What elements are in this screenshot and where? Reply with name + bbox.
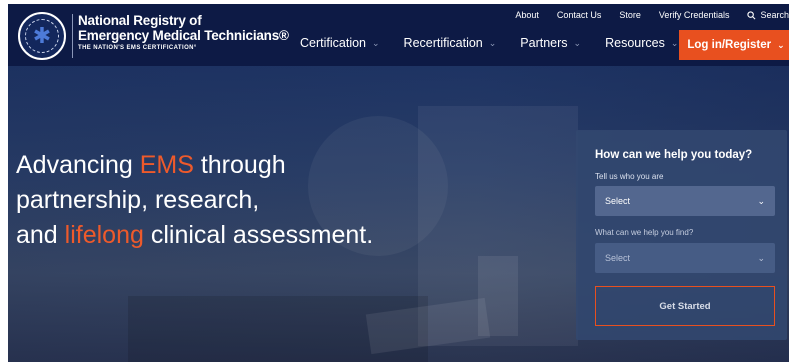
nav-label: Certification <box>300 36 366 50</box>
who-select-value: Select <box>605 196 631 206</box>
find-select[interactable]: Select ⌄ <box>595 243 775 273</box>
help-title: How can we help you today? <box>595 149 753 161</box>
help-card: How can we help you today? Tell us who y… <box>576 130 787 340</box>
top-link-store[interactable]: Store <box>619 10 641 20</box>
logo-tagline: THE NATION'S EMS CERTIFICATION° <box>78 45 197 51</box>
hero-headline: Advancing EMS through partnership, resea… <box>16 148 373 253</box>
login-label: Log in/Register <box>687 39 772 51</box>
headline-text: clinical assessment. <box>143 221 374 249</box>
headline-line-3: and lifelong clinical assessment. <box>16 218 373 253</box>
chevron-down-icon: ⌄ <box>757 252 765 263</box>
chevron-down-icon: ⌄ <box>372 37 380 48</box>
nav-label: Partners <box>520 36 568 50</box>
who-label: Tell us who you are <box>595 172 664 181</box>
chevron-down-icon: ⌄ <box>488 37 497 48</box>
site-header: ✱ National Registry of Emergency Medical… <box>8 4 789 66</box>
chevron-down-icon: ⌄ <box>757 195 765 206</box>
nav-label: Recertification <box>403 36 483 50</box>
headline-line-1: Advancing EMS through <box>16 148 373 183</box>
logo-wordmark[interactable]: National Registry of Emergency Medical T… <box>78 14 289 51</box>
get-started-label: Get Started <box>659 300 711 312</box>
headline-accent: EMS <box>139 151 194 179</box>
nav-partners[interactable]: Partners ⌄ <box>520 36 581 50</box>
logo-line1: National Registry of <box>78 13 202 28</box>
logo-divider <box>72 14 73 58</box>
headline-text: and <box>16 221 65 249</box>
utility-nav: About Contact Us Store Verify Credential… <box>515 10 789 20</box>
headline-line-2: partnership, research, <box>16 186 260 214</box>
who-select[interactable]: Select ⌄ <box>595 186 775 216</box>
headline-accent: lifelong <box>64 221 144 249</box>
top-link-contact[interactable]: Contact Us <box>557 10 602 20</box>
search-icon <box>747 10 756 19</box>
chevron-down-icon: ⌄ <box>573 37 582 48</box>
search-label: Search <box>760 10 789 20</box>
search-link[interactable]: Search <box>747 10 789 20</box>
nav-resources[interactable]: Resources ⌄ <box>605 36 678 50</box>
chevron-down-icon: ⌄ <box>777 39 785 50</box>
logo-seal[interactable]: ✱ <box>18 12 66 60</box>
nav-recertification[interactable]: Recertification ⌄ <box>404 36 497 50</box>
login-register-button[interactable]: Log in/Register ⌄ <box>679 30 789 60</box>
star-of-life-icon: ✱ <box>32 23 52 48</box>
find-label: What can we help you find? <box>595 228 694 237</box>
main-nav: Certification ⌄ Recertification ⌄ Partne… <box>300 36 702 50</box>
nav-certification[interactable]: Certification ⌄ <box>300 36 380 50</box>
headline-text: through <box>193 151 286 179</box>
top-link-verify[interactable]: Verify Credentials <box>659 10 730 20</box>
logo-line2: Emergency Medical Technicians® <box>78 27 289 43</box>
nav-label: Resources <box>605 36 665 50</box>
chevron-down-icon: ⌄ <box>670 37 679 48</box>
headline-text: Advancing <box>16 151 140 179</box>
hero-banner: Advancing EMS through partnership, resea… <box>8 66 789 362</box>
top-link-about[interactable]: About <box>515 10 539 20</box>
get-started-button[interactable]: Get Started <box>595 286 775 326</box>
find-select-value: Select <box>605 253 631 263</box>
